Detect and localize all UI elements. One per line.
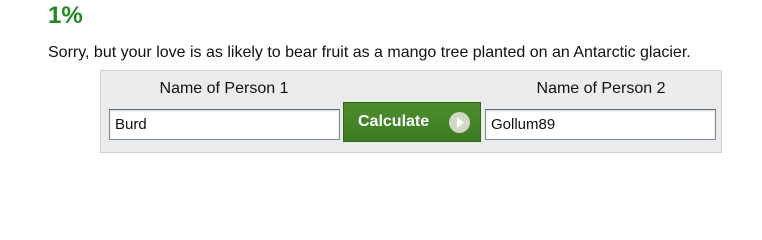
calculate-button[interactable]: Calculate: [343, 102, 481, 142]
page: 1% Sorry, but your love is as likely to …: [0, 0, 762, 205]
person2-name-input[interactable]: [485, 109, 716, 140]
calculate-button-label: Calculate: [358, 113, 430, 130]
result-percentage: 1%: [48, 2, 83, 29]
calculator-panel: Name of Person 1 Name of Person 2 Calcul…: [100, 70, 722, 153]
person1-name-input[interactable]: [109, 109, 340, 140]
person1-label: Name of Person 1: [159, 80, 289, 97]
arrow-right-circle-icon: [449, 112, 470, 133]
person2-label: Name of Person 2: [536, 80, 666, 97]
result-message: Sorry, but your love is as likely to bea…: [48, 44, 691, 61]
